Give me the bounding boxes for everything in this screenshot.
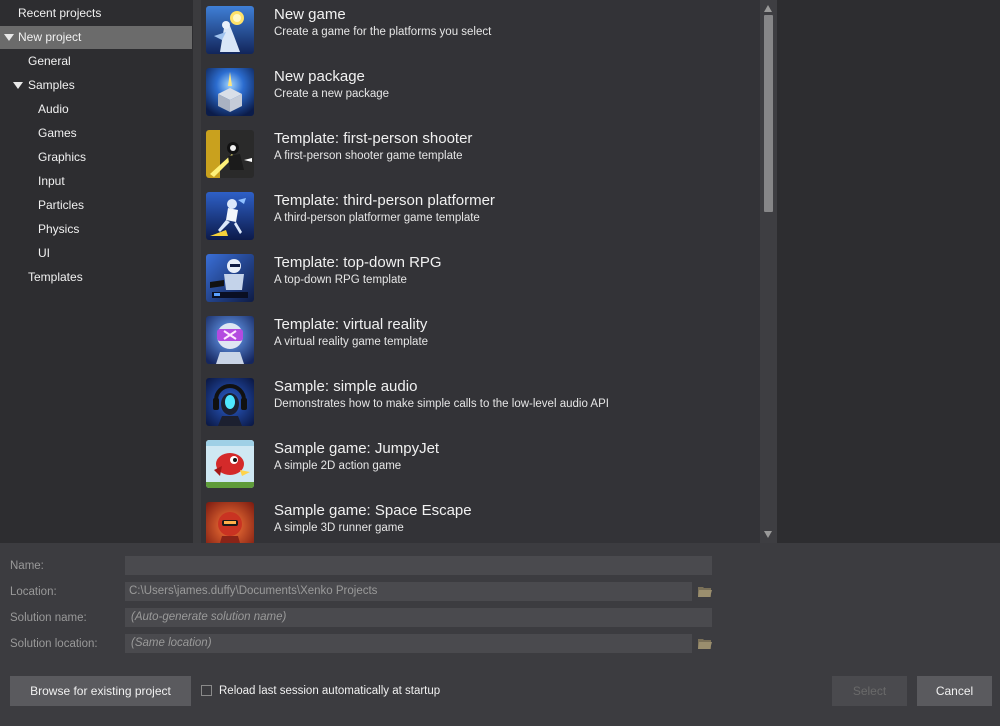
browse-existing-project-button[interactable]: Browse for existing project	[10, 676, 191, 706]
solution-name-field[interactable]: (Auto-generate solution name)	[125, 608, 712, 627]
name-field[interactable]	[125, 556, 712, 575]
location-label: Location:	[10, 586, 57, 598]
browse-folder-icon[interactable]	[698, 637, 712, 650]
template-item-new-game[interactable]: New game Create a game for the platforms…	[201, 0, 760, 62]
template-item-third-person-platformer[interactable]: Template: third-person platformer A thir…	[201, 186, 760, 248]
tree-item-input[interactable]: Input	[0, 170, 193, 193]
tree-item-label: Graphics	[38, 150, 87, 164]
expand-arrow-icon[interactable]	[13, 82, 23, 89]
tree-item-ui[interactable]: UI	[0, 242, 193, 265]
tree-item-label: Templates	[28, 270, 83, 284]
template-item-top-down-rpg[interactable]: Template: top-down RPG A top-down RPG te…	[201, 248, 760, 310]
template-item-simple-audio[interactable]: Sample: simple audio Demonstrates how to…	[201, 372, 760, 434]
tree-item-label: New project	[18, 30, 82, 44]
tree-item-graphics[interactable]: Graphics	[0, 146, 193, 169]
template-list-scrollbar[interactable]	[760, 0, 777, 543]
solution-location-field[interactable]: (Same location)	[125, 634, 692, 653]
reload-session-label: Reload last session automatically at sta…	[219, 685, 441, 697]
template-description: A virtual reality game template	[274, 336, 429, 348]
platformer-template-thumbnail-icon	[206, 192, 254, 240]
template-title: Template: third-person platformer	[274, 192, 495, 209]
template-description: A simple 2D action game	[274, 460, 402, 472]
scroll-up-arrow-icon[interactable]	[764, 5, 772, 12]
tree-item-particles[interactable]: Particles	[0, 194, 193, 217]
expand-arrow-icon[interactable]	[4, 34, 14, 41]
rpg-template-thumbnail-icon	[206, 254, 254, 302]
template-title: Sample game: JumpyJet	[274, 440, 440, 457]
audio-sample-thumbnail-icon	[206, 378, 254, 426]
template-description: Create a new package	[274, 88, 390, 100]
splitter[interactable]	[193, 0, 201, 543]
tree-item-label: Physics	[38, 222, 80, 236]
new-package-thumbnail-icon	[206, 68, 254, 116]
template-title: Template: top-down RPG	[274, 254, 442, 271]
template-description: Demonstrates how to make simple calls to…	[274, 398, 609, 410]
template-description: A first-person shooter game template	[274, 150, 463, 162]
template-description-pane	[781, 0, 1000, 543]
jumpyjet-thumbnail-icon	[206, 440, 254, 488]
scroll-down-arrow-icon[interactable]	[764, 531, 772, 538]
project-settings-form: Name: Location: C:\Users\james.duffy\Doc…	[0, 543, 1000, 726]
tree-item-games[interactable]: Games	[0, 122, 193, 145]
browse-folder-icon[interactable]	[698, 585, 712, 598]
space-escape-thumbnail-icon	[206, 502, 254, 543]
template-title: Sample game: Space Escape	[274, 502, 472, 519]
tree-item-label: Input	[38, 174, 65, 188]
new-game-thumbnail-icon	[206, 6, 254, 54]
tree-item-samples[interactable]: Samples	[0, 74, 193, 97]
template-description: A third-person platformer game template	[274, 212, 480, 224]
template-title: New package	[274, 68, 365, 85]
tree-item-label: Games	[38, 126, 77, 140]
tree-item-label: Samples	[28, 78, 75, 92]
location-field[interactable]: C:\Users\james.duffy\Documents\Xenko Pro…	[125, 582, 692, 601]
template-item-virtual-reality[interactable]: Template: virtual reality A virtual real…	[201, 310, 760, 372]
tree-item-label: General	[28, 54, 71, 68]
name-label: Name:	[10, 560, 44, 572]
reload-session-checkbox[interactable]	[201, 685, 212, 696]
tree-item-recent-projects[interactable]: Recent projects	[0, 2, 193, 25]
scrollbar-thumb[interactable]	[764, 15, 773, 212]
fps-template-thumbnail-icon	[206, 130, 254, 178]
template-description: A top-down RPG template	[274, 274, 407, 286]
tree-item-label: Audio	[38, 102, 69, 116]
template-item-jumpyjet[interactable]: Sample game: JumpyJet A simple 2D action…	[201, 434, 760, 496]
template-description: Create a game for the platforms you sele…	[274, 26, 492, 38]
template-title: Template: virtual reality	[274, 316, 428, 333]
template-item-first-person-shooter[interactable]: Template: first-person shooter A first-p…	[201, 124, 760, 186]
template-list: New game Create a game for the platforms…	[201, 0, 760, 543]
template-title: New game	[274, 6, 346, 23]
template-item-space-escape[interactable]: Sample game: Space Escape A simple 3D ru…	[201, 496, 760, 543]
select-button[interactable]: Select	[832, 676, 907, 706]
tree-item-label: UI	[38, 246, 50, 260]
tree-item-audio[interactable]: Audio	[0, 98, 193, 121]
solution-location-label: Solution location:	[10, 638, 98, 650]
tree-item-label: Recent projects	[18, 6, 102, 20]
template-title: Template: first-person shooter	[274, 130, 473, 147]
template-item-new-package[interactable]: New package Create a new package	[201, 62, 760, 124]
tree-item-physics[interactable]: Physics	[0, 218, 193, 241]
tree-item-label: Particles	[38, 198, 85, 212]
project-category-tree: Recent projects New project General Samp…	[0, 0, 193, 543]
cancel-button[interactable]: Cancel	[917, 676, 992, 706]
solution-name-label: Solution name:	[10, 612, 87, 624]
tree-item-templates[interactable]: Templates	[0, 266, 193, 289]
template-title: Sample: simple audio	[274, 378, 418, 395]
template-description: A simple 3D runner game	[274, 522, 404, 534]
tree-item-general[interactable]: General	[0, 50, 193, 73]
vr-template-thumbnail-icon	[206, 316, 254, 364]
tree-item-new-project[interactable]: New project	[0, 26, 192, 49]
